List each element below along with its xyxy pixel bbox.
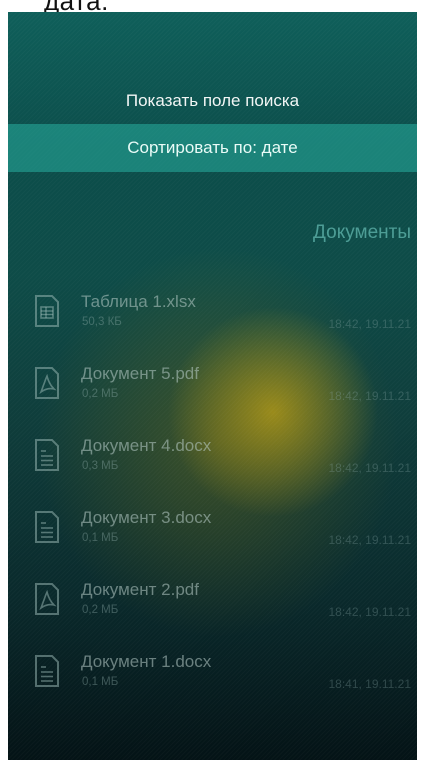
show-search-field-button[interactable]: Показать поле поиска bbox=[8, 77, 417, 125]
file-size: 0,1 МБ bbox=[82, 676, 119, 688]
app-screen: Показать поле поиска Сортировать по: дат… bbox=[8, 12, 417, 760]
text-document-icon bbox=[32, 438, 62, 472]
file-name: Документ 1.docx bbox=[81, 652, 212, 671]
file-name: Документ 4.docx bbox=[81, 436, 212, 455]
file-list: Таблица 1.xlsx 50,3 КБ 18:42, 19.11.21 Д… bbox=[8, 282, 417, 714]
pdf-icon bbox=[32, 366, 62, 400]
file-date: 18:42, 19.11.21 bbox=[328, 317, 411, 331]
file-size: 0,2 МБ bbox=[82, 388, 119, 400]
text-document-icon bbox=[32, 654, 62, 688]
file-row[interactable]: Таблица 1.xlsx 50,3 КБ 18:42, 19.11.21 bbox=[8, 282, 417, 354]
file-size: 0,1 МБ bbox=[82, 532, 119, 544]
file-name: Документ 5.pdf bbox=[81, 364, 199, 383]
file-size: 0,3 МБ bbox=[82, 460, 119, 472]
file-date: 18:42, 19.11.21 bbox=[328, 461, 411, 475]
file-name: Документ 3.docx bbox=[81, 508, 212, 527]
file-size: 0,2 МБ bbox=[82, 604, 119, 616]
sort-by-date-button[interactable]: Сортировать по: дате bbox=[8, 124, 417, 172]
file-row[interactable]: Документ 3.docx 0,1 МБ 18:42, 19.11.21 bbox=[8, 498, 417, 570]
text-document-icon bbox=[32, 510, 62, 544]
pdf-icon bbox=[32, 582, 62, 616]
file-name: Документ 2.pdf bbox=[81, 580, 199, 599]
file-date: 18:42, 19.11.21 bbox=[328, 389, 411, 403]
file-name: Таблица 1.xlsx bbox=[81, 292, 196, 311]
file-row[interactable]: Документ 1.docx 0,1 МБ 18:41, 19.11.21 bbox=[8, 642, 417, 714]
spreadsheet-icon bbox=[32, 294, 62, 328]
file-date: 18:42, 19.11.21 bbox=[328, 605, 411, 619]
file-row[interactable]: Документ 2.pdf 0,2 МБ 18:42, 19.11.21 bbox=[8, 570, 417, 642]
file-row[interactable]: Документ 5.pdf 0,2 МБ 18:42, 19.11.21 bbox=[8, 354, 417, 426]
file-date: 18:42, 19.11.21 bbox=[328, 533, 411, 547]
file-date: 18:41, 19.11.21 bbox=[328, 677, 411, 691]
file-size: 50,3 КБ bbox=[82, 316, 122, 328]
section-title-documents: Документы bbox=[313, 222, 411, 243]
file-row[interactable]: Документ 4.docx 0,3 МБ 18:42, 19.11.21 bbox=[8, 426, 417, 498]
